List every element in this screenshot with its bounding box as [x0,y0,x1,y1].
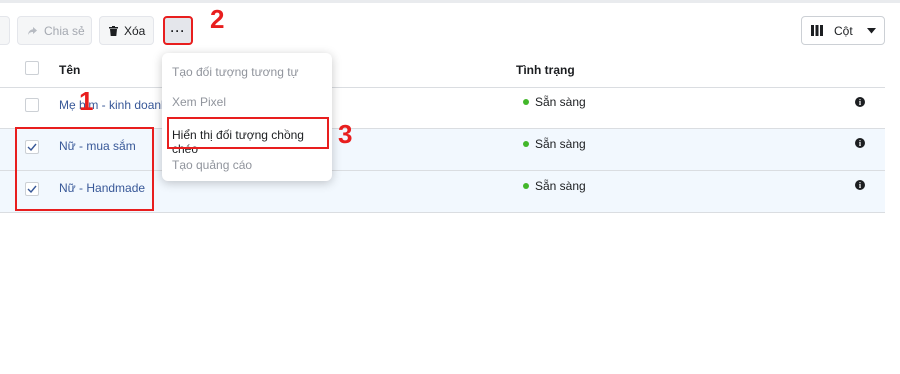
info-icon[interactable]: i [855,180,865,190]
share-icon [27,26,38,36]
audiences-panel: Chia sẻ Xóa ··· Cột Tên Tình trạng Mẹ bỉ… [0,0,900,374]
status-column-header[interactable]: Tình trạng [516,63,575,77]
info-icon[interactable]: i [855,97,865,107]
menu-item-create-lookalike[interactable]: Tạo đối tượng tương tự [172,65,299,79]
status-cell: Sẵn sàng [523,95,586,109]
row-checkbox[interactable] [25,98,39,112]
more-options-button[interactable]: ··· [163,16,193,45]
status-cell: Sẵn sàng [523,179,586,193]
status-dot-icon [523,183,529,189]
annotation-number-3: 3 [338,119,353,149]
table-header: Tên Tình trạng [0,53,885,88]
delete-label: Xóa [124,23,146,38]
status-text: Sẵn sàng [535,137,586,151]
trash-icon [109,25,118,36]
menu-item-create-ad[interactable]: Tạo quảng cáo [172,158,252,172]
columns-icon [811,25,823,36]
share-button[interactable]: Chia sẻ [17,16,92,45]
audience-name-link[interactable]: Mẹ bỉm - kinh doanh [59,98,168,112]
columns-button[interactable]: Cột [801,16,885,45]
columns-label: Cột [834,23,853,38]
caret-down-icon [866,27,876,34]
status-dot-icon [523,99,529,105]
status-text: Sẵn sàng [535,179,586,193]
status-text: Sẵn sàng [535,95,586,109]
menu-item-view-pixel[interactable]: Xem Pixel [172,95,226,109]
name-column-header[interactable]: Tên [59,63,80,77]
share-label: Chia sẻ [44,23,85,38]
info-icon[interactable]: i [855,138,865,148]
toolbar-edge-button[interactable] [0,16,10,45]
table-row: Mẹ bỉm - kinh doanh Sẵn sàng i [0,87,885,129]
select-all-checkbox[interactable] [25,61,39,75]
annotation-box-selected-rows [15,127,154,211]
delete-button[interactable]: Xóa [99,16,154,45]
annotation-number-1: 1 [79,86,94,116]
annotation-box-overlap-item [167,117,329,149]
status-cell: Sẵn sàng [523,137,586,151]
annotation-number-2: 2 [210,4,225,34]
more-icon: ··· [170,23,186,38]
panel-top-border [0,0,900,3]
status-dot-icon [523,141,529,147]
